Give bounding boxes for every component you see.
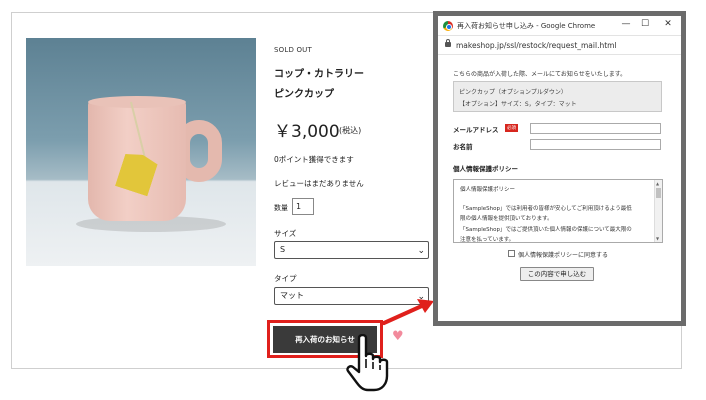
name-label: お名前 bbox=[453, 143, 473, 151]
email-field[interactable] bbox=[530, 123, 661, 134]
restock-popup-window: 再入荷お知らせ申し込み - Google Chrome — ☐ ✕ makesh… bbox=[433, 11, 686, 326]
item-options: 【オプション】サイズ：S，タイプ：マット bbox=[459, 101, 577, 108]
chrome-icon bbox=[443, 21, 453, 31]
chevron-down-icon: ⌄ bbox=[417, 246, 425, 256]
window-title: 再入荷お知らせ申し込み - Google Chrome bbox=[457, 22, 596, 30]
points-text: 0ポイント獲得できます bbox=[274, 155, 354, 164]
minimize-icon[interactable]: — bbox=[619, 19, 633, 29]
size-select[interactable]: S ⌄ bbox=[274, 241, 429, 259]
name-field[interactable] bbox=[530, 139, 661, 150]
size-select-value: S bbox=[280, 245, 286, 254]
intro-text: こちらの商品が入荷した際、メールにてお知らせをいたします。 bbox=[453, 71, 627, 78]
maximize-icon[interactable]: ☐ bbox=[638, 19, 652, 29]
arrow-icon bbox=[382, 299, 434, 325]
policy-scrollbar[interactable]: ▲ ▼ bbox=[654, 180, 662, 242]
product-image bbox=[26, 38, 256, 266]
type-select-value: マット bbox=[280, 291, 304, 300]
product-category: コップ・カトラリー bbox=[274, 69, 364, 80]
item-info-box: ピンクカップ（オプションプルダウン） 【オプション】サイズ：S，タイプ：マット bbox=[453, 81, 662, 112]
pointer-hand-icon bbox=[346, 334, 389, 392]
scroll-thumb[interactable] bbox=[656, 188, 661, 198]
policy-line: 注意を払っています。 bbox=[460, 237, 515, 243]
quantity-label: 数量 bbox=[274, 204, 288, 212]
address-bar[interactable]: makeshop.jp/ssl/restock/request_mail.htm… bbox=[438, 37, 681, 55]
required-badge: 必須 bbox=[505, 124, 518, 132]
quantity-input[interactable]: 1 bbox=[292, 198, 314, 215]
sold-out-label: SOLD OUT bbox=[274, 46, 312, 54]
submit-button[interactable]: この内容で申し込む bbox=[520, 267, 594, 281]
window-titlebar: 再入荷お知らせ申し込み - Google Chrome — ☐ ✕ bbox=[438, 16, 681, 36]
review-text: レビューはまだありません bbox=[274, 179, 364, 188]
close-icon[interactable]: ✕ bbox=[661, 19, 675, 29]
scroll-up-icon[interactable]: ▲ bbox=[656, 181, 659, 186]
product-name: ピンクカップ bbox=[274, 89, 334, 100]
email-label: メールアドレス bbox=[453, 126, 499, 134]
scroll-down-icon[interactable]: ▼ bbox=[656, 236, 659, 241]
item-name: ピンクカップ（オプションプルダウン） bbox=[459, 89, 567, 96]
policy-line: 「SampleShop」ではご提供頂いた個人情報の保護について最大限の bbox=[460, 227, 632, 233]
agree-label: 個人情報保護ポリシーに同意する bbox=[518, 252, 609, 259]
policy-line: 「SampleShop」では利用者の皆様が安心してご利用頂けるよう最低 bbox=[460, 206, 632, 212]
policy-textarea[interactable]: 個人情報保護ポリシー 「SampleShop」では利用者の皆様が安心してご利用頂… bbox=[453, 179, 663, 243]
mug-rim bbox=[88, 96, 186, 108]
product-price: ￥3,000 bbox=[274, 122, 340, 142]
type-label: タイプ bbox=[274, 274, 297, 283]
policy-heading: 個人情報保護ポリシー bbox=[453, 165, 518, 173]
lock-icon bbox=[445, 39, 451, 47]
agree-checkbox[interactable] bbox=[508, 250, 515, 257]
size-label: サイズ bbox=[274, 229, 297, 238]
tax-note: (税込) bbox=[339, 126, 362, 135]
url-text: makeshop.jp/ssl/restock/request_mail.htm… bbox=[456, 41, 617, 50]
policy-line: 限の個人情報を提供頂いております。 bbox=[460, 216, 553, 222]
policy-line: 個人情報保護ポリシー bbox=[460, 187, 516, 193]
